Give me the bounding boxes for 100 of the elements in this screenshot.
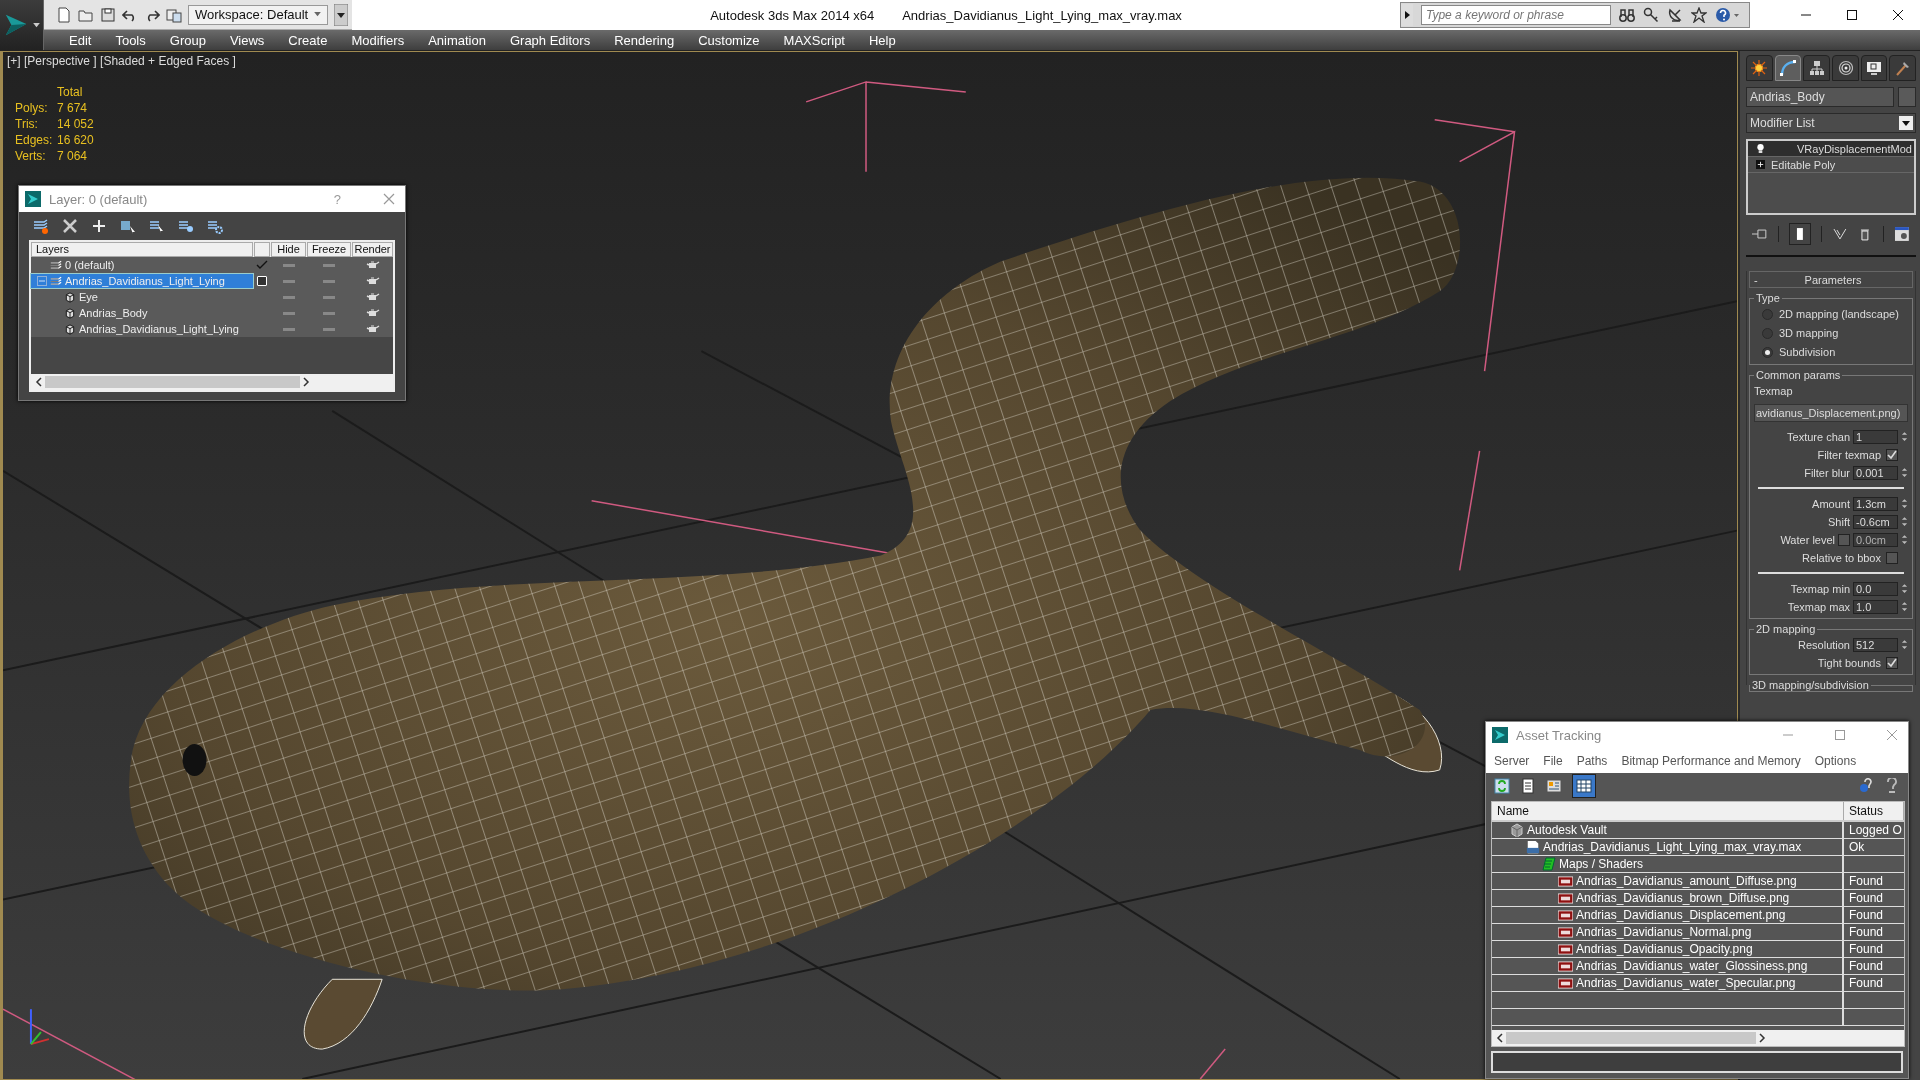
star-icon[interactable] <box>1691 7 1707 23</box>
spinner-field[interactable]: 512 <box>1853 637 1898 652</box>
menu-item[interactable]: Tools <box>103 31 158 49</box>
freeze-toggle-icon[interactable] <box>323 295 335 299</box>
add-icon[interactable] <box>91 218 107 234</box>
object-color-swatch[interactable] <box>1898 87 1916 107</box>
cube-cursor-icon[interactable] <box>120 218 136 234</box>
checkbox[interactable] <box>1838 533 1850 546</box>
key-icon[interactable] <box>1643 7 1659 23</box>
panel-tab[interactable] <box>1832 55 1859 81</box>
current-layer-checkbox[interactable] <box>257 276 267 286</box>
spinner-arrows-icon[interactable] <box>1901 497 1908 510</box>
checkbox[interactable] <box>1886 551 1898 564</box>
spinner-arrows-icon[interactable] <box>1901 515 1908 528</box>
horizontal-scrollbar[interactable] <box>31 374 393 390</box>
panel-tab[interactable] <box>1774 55 1802 81</box>
pin-icon[interactable] <box>1752 226 1768 242</box>
menu-item[interactable]: Group <box>157 31 218 49</box>
workspace-dropdown[interactable]: Workspace: Default <box>188 4 328 25</box>
hide-toggle-icon[interactable] <box>282 279 295 283</box>
menu-item[interactable]: Customize <box>686 31 772 49</box>
spinner-arrows-icon[interactable] <box>1901 582 1908 595</box>
spinner-arrows-icon[interactable] <box>1901 466 1908 479</box>
column-header[interactable]: Freeze <box>307 242 351 257</box>
scroll-left-icon[interactable] <box>35 377 43 387</box>
satellite-dish-icon[interactable] <box>1667 7 1683 23</box>
radio-button[interactable] <box>1762 346 1773 358</box>
freeze-toggle-icon[interactable] <box>323 263 335 267</box>
project-folder-icon[interactable] <box>166 6 182 23</box>
configure-sets-icon[interactable] <box>1894 226 1910 242</box>
layer-bulb-icon[interactable] <box>178 218 194 234</box>
panel-tab[interactable] <box>1803 55 1830 81</box>
column-header[interactable]: Name <box>1492 802 1844 820</box>
delete-icon[interactable] <box>62 218 78 234</box>
modifier-stack-item[interactable]: VRayDisplacementMod <box>1748 141 1914 157</box>
checkbox[interactable] <box>1886 656 1898 669</box>
menu-item[interactable]: Views <box>217 31 277 49</box>
viewport-label[interactable]: [+] [Perspective ] [Shaded + Edged Faces ] <box>7 54 236 68</box>
spinner-field[interactable]: 0.001 <box>1853 465 1898 480</box>
search-field[interactable]: Type a keyword or phrase <box>1421 5 1611 25</box>
menu-item[interactable]: Create <box>276 31 340 49</box>
vault-help-icon[interactable] <box>1858 778 1874 794</box>
panel-tab[interactable] <box>1746 55 1773 81</box>
radio-button[interactable] <box>1762 308 1773 320</box>
menu-item[interactable]: File <box>1543 753 1563 768</box>
maximize-icon[interactable] <box>1846 9 1858 21</box>
object-name-field[interactable]: Andrias_Body <box>1746 87 1894 107</box>
table-image-icon[interactable] <box>1546 778 1562 794</box>
menu-item[interactable]: Graph Editors <box>497 31 603 49</box>
hide-toggle-icon[interactable] <box>282 311 295 315</box>
menu-item[interactable]: Edit <box>57 31 104 49</box>
scroll-right-icon[interactable] <box>301 377 310 387</box>
freeze-toggle-icon[interactable] <box>323 279 335 283</box>
scroll-right-icon[interactable] <box>1758 1033 1767 1043</box>
hide-toggle-icon[interactable] <box>282 263 295 267</box>
column-header[interactable]: Hide <box>271 242 306 257</box>
texmap-button[interactable]: avidianus_Displacement.png) <box>1754 404 1908 422</box>
column-header[interactable]: Status <box>1844 802 1904 820</box>
spinner-arrows-icon[interactable] <box>1901 638 1908 651</box>
hide-toggle-icon[interactable] <box>282 327 295 331</box>
horizontal-scrollbar[interactable] <box>1492 1030 1904 1046</box>
scroll-left-icon[interactable] <box>1496 1033 1504 1043</box>
funnel-icon[interactable] <box>1831 226 1848 242</box>
menu-item[interactable]: Paths <box>1576 753 1608 768</box>
expand-icon[interactable] <box>1756 159 1765 170</box>
refresh-icon[interactable] <box>1494 778 1510 794</box>
panel-tab[interactable] <box>1860 55 1888 81</box>
menu-item[interactable]: Modifiers <box>339 31 417 49</box>
menu-item[interactable]: MAXScript <box>771 31 857 49</box>
layer-name-cell[interactable]: Andrias_Davidianus_Light_Lying <box>31 274 253 288</box>
spinner-field[interactable]: 0.0cm <box>1853 532 1898 547</box>
teapot-icon[interactable] <box>365 260 380 270</box>
spinner-field[interactable]: -0.6cm <box>1853 514 1898 529</box>
layer-cursor-icon[interactable] <box>149 218 165 234</box>
help-icon[interactable] <box>1715 7 1741 23</box>
grid-view-button[interactable] <box>1572 774 1596 798</box>
modifier-stack-item[interactable]: Editable Poly <box>1748 157 1914 173</box>
freeze-toggle-icon[interactable] <box>323 327 335 331</box>
freeze-toggle-icon[interactable] <box>323 311 335 315</box>
radio-button[interactable] <box>1762 327 1773 339</box>
spinner-arrows-icon[interactable] <box>1901 533 1908 546</box>
current-layer-check-icon[interactable] <box>256 260 268 270</box>
new-file-icon[interactable] <box>56 6 72 23</box>
close-icon[interactable] <box>1892 9 1904 21</box>
app-menu-button[interactable] <box>0 0 44 50</box>
radio-option[interactable]: Subdivision <box>1754 344 1908 360</box>
spinner-field[interactable]: 0.0 <box>1853 581 1898 596</box>
teapot-icon[interactable] <box>365 324 380 334</box>
spinner-field[interactable]: 1 <box>1853 429 1898 444</box>
save-icon[interactable] <box>100 6 116 23</box>
teapot-icon[interactable] <box>365 292 380 302</box>
checkbox[interactable] <box>1886 448 1898 461</box>
hide-toggle-icon[interactable] <box>282 295 295 299</box>
dropdown-arrow-icon[interactable] <box>334 3 348 26</box>
list-icon[interactable] <box>1520 778 1536 794</box>
menu-item[interactable]: Help <box>857 31 908 49</box>
spinner-field[interactable]: 1.3cm <box>1853 496 1898 511</box>
help-icon[interactable] <box>1884 778 1900 794</box>
column-header[interactable]: Layers <box>31 242 253 257</box>
new-layer-icon[interactable] <box>33 218 49 234</box>
